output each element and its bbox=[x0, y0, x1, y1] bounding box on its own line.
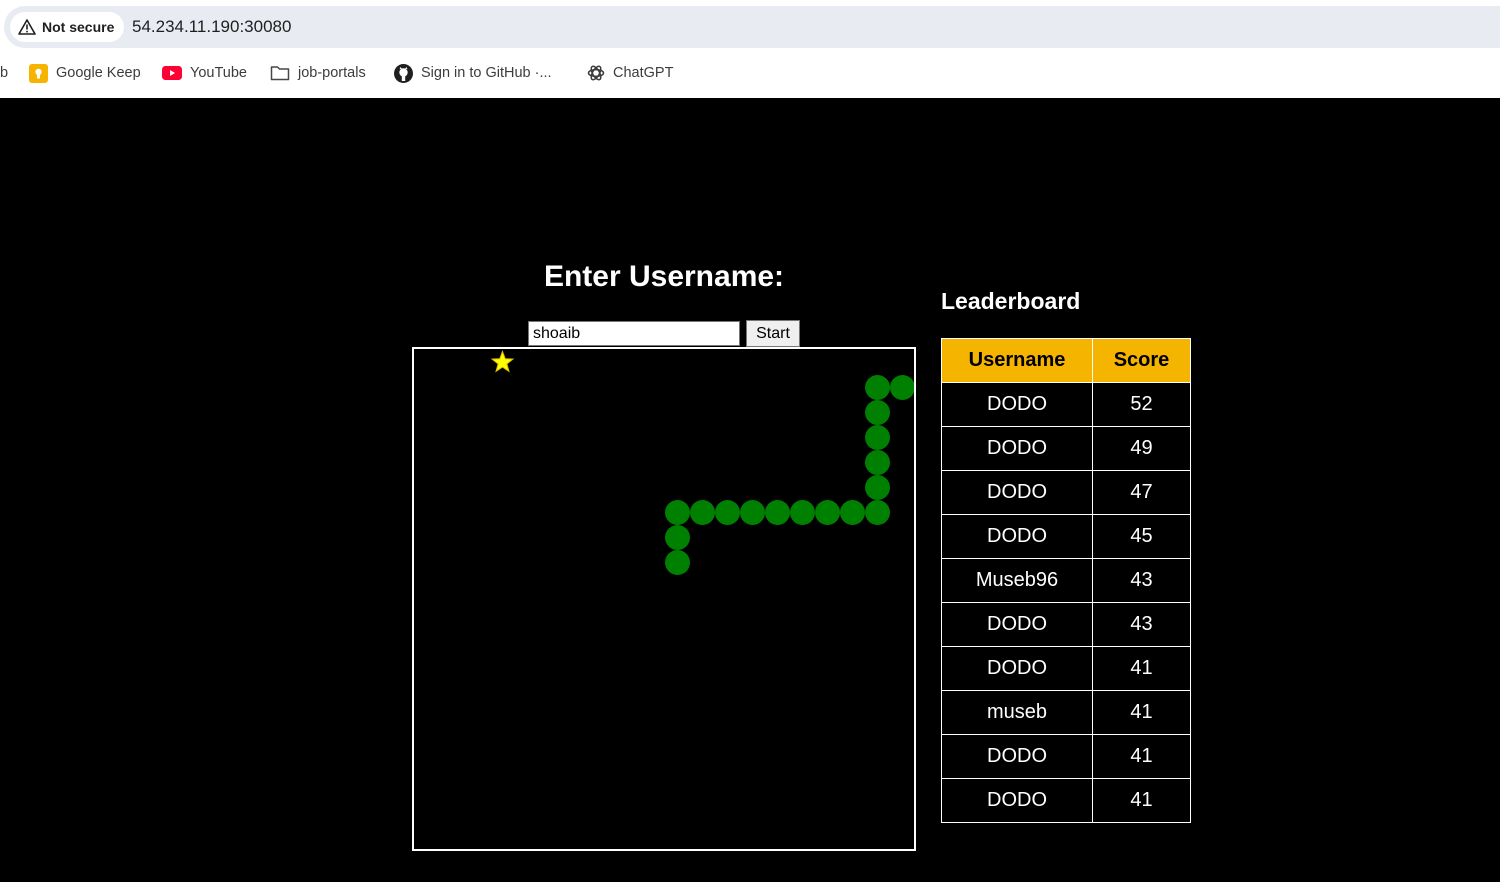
snake-segment bbox=[690, 500, 715, 525]
warning-icon bbox=[18, 19, 36, 35]
snake-segment bbox=[790, 500, 815, 525]
bookmark-label: Sign in to GitHub ·... bbox=[421, 65, 552, 81]
score-cell: 52 bbox=[1092, 382, 1191, 427]
table-row: museb 41 bbox=[941, 690, 1191, 735]
security-chip[interactable]: Not secure bbox=[10, 12, 125, 42]
snake-segment bbox=[765, 500, 790, 525]
score-cell: 43 bbox=[1092, 602, 1191, 647]
leaderboard-title: Leaderboard bbox=[941, 288, 1081, 314]
snake-segment bbox=[740, 500, 765, 525]
score-cell: 45 bbox=[1092, 514, 1191, 559]
score-cell: 41 bbox=[1092, 778, 1191, 823]
username-cell: DODO bbox=[941, 426, 1093, 471]
leaderboard-header-row: Username Score bbox=[941, 338, 1191, 383]
username-cell: DODO bbox=[941, 646, 1093, 691]
bookmark-label: ChatGPT bbox=[613, 65, 674, 81]
username-heading: Enter Username: bbox=[543, 260, 785, 293]
url-text[interactable]: 54.234.11.190:30080 bbox=[132, 17, 291, 37]
start-button[interactable]: Start bbox=[746, 320, 800, 347]
table-row: DODO 43 bbox=[941, 602, 1191, 647]
table-row: DODO 49 bbox=[941, 426, 1191, 471]
snake-segment bbox=[865, 400, 890, 425]
snake-segment bbox=[665, 525, 690, 550]
bookmark-label: job-portals bbox=[298, 65, 366, 81]
score-cell: 47 bbox=[1092, 470, 1191, 515]
security-label: Not secure bbox=[42, 19, 115, 35]
snake-segment bbox=[865, 450, 890, 475]
snake-segment bbox=[665, 550, 690, 575]
snake-segment bbox=[840, 500, 865, 525]
bookmark-job-portals[interactable]: job-portals bbox=[270, 62, 366, 84]
username-cell: DODO bbox=[941, 470, 1093, 515]
snake-segment bbox=[865, 475, 890, 500]
snake-segment bbox=[715, 500, 740, 525]
bookmark-github[interactable]: Sign in to GitHub ·... bbox=[394, 62, 552, 84]
column-header-score: Score bbox=[1092, 338, 1191, 383]
bookmark-truncated-label: b bbox=[0, 65, 9, 81]
github-icon bbox=[394, 63, 413, 83]
score-cell: 41 bbox=[1092, 646, 1191, 691]
omnibox[interactable]: Not secure 54.234.11.190:30080 bbox=[4, 6, 1500, 48]
username-cell: DODO bbox=[941, 602, 1093, 647]
table-row: DODO 41 bbox=[941, 734, 1191, 779]
game-board[interactable] bbox=[412, 347, 916, 851]
score-cell: 41 bbox=[1092, 734, 1191, 779]
username-input[interactable] bbox=[528, 321, 740, 346]
table-row: DODO 41 bbox=[941, 646, 1191, 691]
snake-segment bbox=[665, 500, 690, 525]
bookmark-truncated[interactable]: b bbox=[0, 62, 8, 84]
bookmark-label: Google Keep bbox=[56, 65, 141, 81]
username-cell: DODO bbox=[941, 382, 1093, 427]
folder-icon bbox=[270, 65, 290, 81]
username-cell: DODO bbox=[941, 778, 1093, 823]
bookmark-chatgpt[interactable]: ChatGPT bbox=[587, 62, 673, 84]
username-cell: Museb96 bbox=[941, 558, 1093, 603]
bookmark-google-keep[interactable]: Google Keep bbox=[29, 62, 141, 84]
column-header-username: Username bbox=[941, 338, 1093, 383]
chatgpt-icon bbox=[587, 64, 605, 82]
leaderboard-table: Username Score DODO 52 DODO 49 DODO 47 DODO… bbox=[941, 338, 1191, 823]
snake-segment bbox=[865, 500, 890, 525]
google-keep-icon bbox=[29, 63, 48, 83]
table-row: DODO 52 bbox=[941, 382, 1191, 427]
table-row: Museb96 43 bbox=[941, 558, 1191, 603]
snake-segment bbox=[865, 425, 890, 450]
food-star-icon bbox=[490, 350, 515, 373]
browser-address-bar: Not secure 54.234.11.190:30080 bbox=[0, 0, 1500, 52]
youtube-icon bbox=[162, 66, 182, 80]
table-row: DODO 47 bbox=[941, 470, 1191, 515]
game-canvas bbox=[490, 350, 914, 575]
username-cell: museb bbox=[941, 690, 1093, 735]
score-cell: 43 bbox=[1092, 558, 1191, 603]
score-cell: 41 bbox=[1092, 690, 1191, 735]
bookmark-youtube[interactable]: YouTube bbox=[162, 62, 247, 84]
bookmark-label: YouTube bbox=[190, 65, 247, 81]
snake-segment bbox=[890, 375, 914, 400]
bookmarks-bar: b Google Keep YouTube job-portals Sign i… bbox=[0, 52, 1500, 98]
snake-segment bbox=[815, 500, 840, 525]
username-cell: DODO bbox=[941, 734, 1093, 779]
game-page: Enter Username: Start Leaderboard Userna… bbox=[0, 98, 1500, 882]
table-row: DODO 41 bbox=[941, 778, 1191, 823]
score-cell: 49 bbox=[1092, 426, 1191, 471]
snake-segment bbox=[865, 375, 890, 400]
table-row: DODO 45 bbox=[941, 514, 1191, 559]
username-cell: DODO bbox=[941, 514, 1093, 559]
